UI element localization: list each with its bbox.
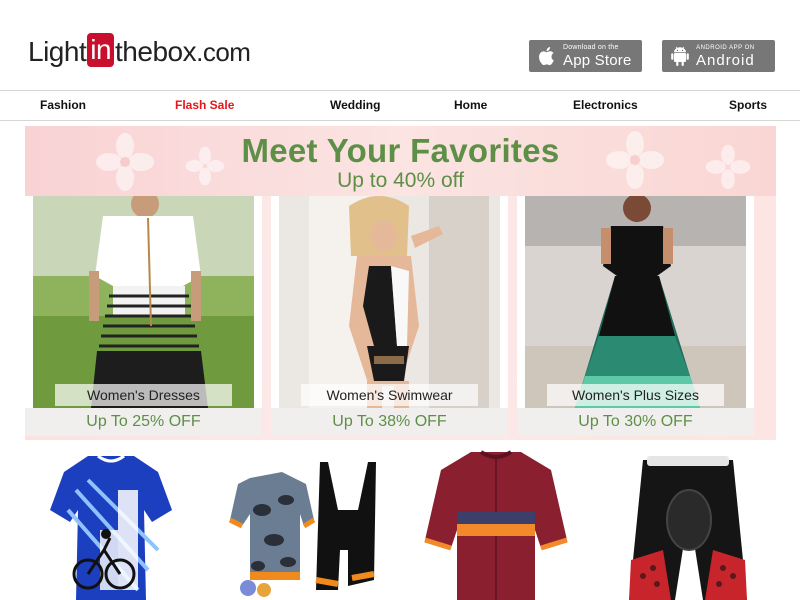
product-padded-cycling-shorts[interactable] — [623, 450, 753, 600]
card-label-dresses: Women's Dresses — [55, 384, 232, 406]
category-nav: Fashion Flash Sale Wedding Home Electron… — [0, 90, 800, 121]
category-card-swimwear[interactable]: Women's Swimwear Up To 38% OFF — [271, 196, 508, 436]
card-offer-swimwear: Up To 38% OFF — [271, 408, 508, 436]
app-store-big-text: App Store — [563, 52, 632, 69]
nav-item-sports[interactable]: Sports — [729, 98, 767, 112]
product-maroon-cycling-jersey[interactable] — [423, 450, 569, 600]
nav-item-fashion[interactable]: Fashion — [40, 98, 86, 112]
plus-sizes-photo — [525, 196, 746, 408]
card-offer-plus-sizes: Up To 30% OFF — [517, 408, 754, 436]
logo-text-com: .com — [196, 36, 251, 67]
android-app-button[interactable]: ANDROID APP ON Android — [662, 40, 775, 72]
nav-item-flash-sale[interactable]: Flash Sale — [175, 98, 234, 112]
logo-text-light: Light — [28, 36, 87, 67]
android-big-text: Android — [696, 51, 755, 69]
logo-text-thebox: thebox — [115, 36, 197, 67]
logo-text-in: in — [87, 33, 115, 67]
banner-subtitle: Up to 40% off — [337, 169, 464, 192]
apple-icon — [539, 47, 554, 66]
category-card-plus-sizes[interactable]: Women's Plus Sizes Up To 30% OFF — [517, 196, 754, 436]
product-image — [50, 454, 172, 600]
nav-item-home[interactable]: Home — [454, 98, 487, 112]
swimwear-photo — [279, 196, 500, 408]
card-label-swimwear: Women's Swimwear — [301, 384, 478, 406]
nav-item-electronics[interactable]: Electronics — [573, 98, 638, 112]
nav-item-wedding[interactable]: Wedding — [330, 98, 380, 112]
product-grid — [0, 450, 800, 600]
product-image — [629, 456, 747, 600]
card-label-plus-sizes: Women's Plus Sizes — [547, 384, 724, 406]
product-blue-cycling-jersey[interactable] — [48, 450, 174, 600]
app-store-small-text: Download on the — [563, 44, 619, 51]
banner-title: Meet Your Favorites — [241, 132, 560, 169]
android-icon — [671, 46, 689, 66]
dresses-photo — [33, 196, 254, 408]
android-small-text: ANDROID APP ON — [696, 44, 755, 51]
card-offer-dresses: Up To 25% OFF — [25, 408, 262, 436]
product-image — [424, 450, 568, 600]
app-store-button[interactable]: Download on the App Store — [529, 40, 642, 72]
product-camo-cycling-kit[interactable] — [228, 450, 380, 600]
promo-banner[interactable]: Meet Your Favorites Up to 40% off Women'… — [25, 126, 776, 440]
site-logo[interactable]: Light in thebox .com — [28, 33, 251, 70]
category-card-dresses[interactable]: Women's Dresses Up To 25% OFF — [25, 196, 262, 436]
product-image — [228, 462, 376, 597]
header: Light in thebox .com Download on the App St… — [0, 0, 800, 90]
